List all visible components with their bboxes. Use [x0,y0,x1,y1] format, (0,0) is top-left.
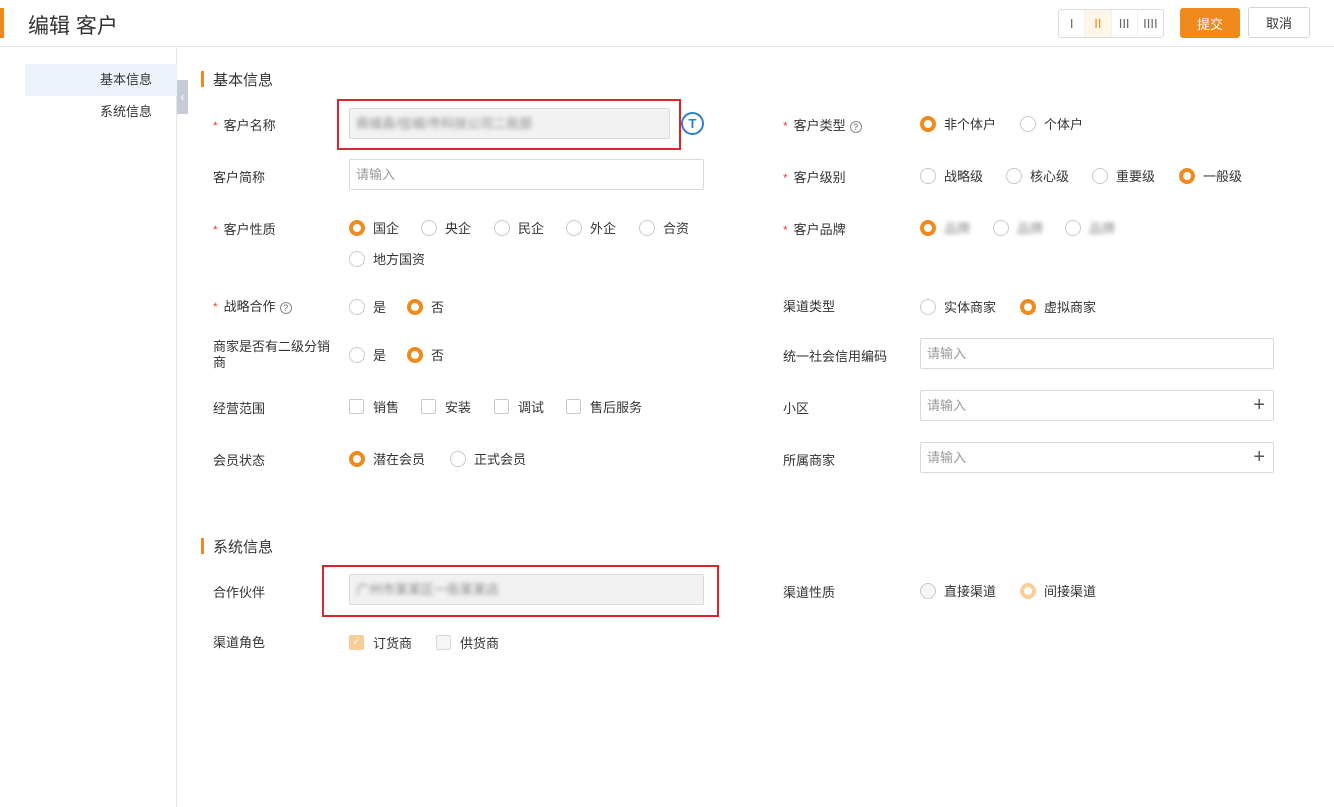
customer-name-label: * 客户名称 [213,118,276,133]
radio-brand-3[interactable]: 品牌 [1065,218,1115,237]
radio-brand-1[interactable]: 品牌 [920,218,970,237]
member-status-label: 会员状态 [213,453,266,468]
radio-member-potential[interactable]: 潜在会员 [349,449,425,468]
customer-level-label: * 客户级别 [783,170,846,185]
submit-button[interactable]: 提交 [1180,8,1240,38]
layout-1-column-button[interactable]: I [1059,10,1086,37]
layout-2-column-button[interactable]: II [1085,10,1112,37]
radio-strategic-yes[interactable]: 是 [349,297,386,316]
customer-abbr-input[interactable]: 请输入 [349,159,704,190]
community-label: 小区 [783,401,810,416]
sidebar: 基本信息 系统信息 [0,48,177,807]
layout-4-column-button[interactable]: IIII [1138,10,1163,37]
radio-level-core[interactable]: 核心级 [1006,166,1069,185]
ocr-text-icon[interactable]: T [681,112,704,135]
page-title: 编辑 客户 [28,15,118,38]
radio-individual[interactable]: 个体户 [1020,114,1083,133]
column-layout-switch: I II III IIII [1058,9,1164,38]
radio-nature-private[interactable]: 民企 [494,218,544,237]
layout-3-column-button[interactable]: III [1112,10,1138,37]
partner-label: 合作伙伴 [213,585,266,600]
community-input[interactable]: 请输入 + [920,390,1274,421]
customer-nature-label: * 客户性质 [213,222,276,237]
channel-type-label: 渠道类型 [783,299,836,314]
credit-code-label: 统一社会信用编码 [783,349,888,364]
checkbox-sales[interactable]: 销售 [349,397,399,416]
merchant-input[interactable]: 请输入 + [920,442,1274,473]
radio-nature-state[interactable]: 国企 [349,218,399,237]
section-accent-bar [201,71,204,87]
business-scope-label: 经营范围 [213,401,266,416]
merchant-label: 所属商家 [783,453,836,468]
section-accent-bar [201,538,204,554]
section-title-basic: 基本信息 [213,72,274,89]
section-title-system: 系统信息 [213,539,274,556]
plus-icon[interactable]: + [1253,391,1265,420]
title-accent-bar [0,8,4,38]
checkbox-supplier[interactable]: 供货商 [436,633,499,652]
checkbox-install[interactable]: 安装 [421,397,471,416]
radio-channel-indirect[interactable]: 间接渠道 [1020,581,1096,600]
customer-abbr-label: 客户简称 [213,170,266,185]
credit-code-input[interactable]: 请输入 [920,338,1274,369]
radio-level-strategic[interactable]: 战略级 [920,166,983,185]
customer-name-field[interactable]: 商城县/信城/市科技公司二批部 [349,108,670,139]
sidebar-item-system-info[interactable]: 系统信息 [25,96,177,128]
cancel-button[interactable]: 取消 [1248,7,1310,38]
channel-nature-label: 渠道性质 [783,585,836,600]
radio-channel-physical[interactable]: 实体商家 [920,297,996,316]
secondary-dist-label: 商家是否有二级分销商 [213,339,331,370]
radio-level-important[interactable]: 重要级 [1092,166,1155,185]
chevron-left-icon[interactable]: ‹ [177,80,188,114]
checkbox-orderer[interactable]: ✓ 订货商 [349,633,412,652]
radio-nature-foreign[interactable]: 外企 [566,218,616,237]
radio-non-individual[interactable]: 非个体户 [920,114,996,133]
radio-channel-direct[interactable]: 直接渠道 [920,581,996,600]
channel-role-label: 渠道角色 [213,635,266,650]
check-icon: ✓ [349,635,364,650]
radio-brand-2[interactable]: 品牌 [993,218,1043,237]
radio-secondary-no[interactable]: 否 [407,345,444,364]
required-asterisk: * [213,119,218,133]
sidebar-item-basic-info[interactable]: 基本信息 [25,64,177,96]
checkbox-debug[interactable]: 调试 [494,397,544,416]
radio-member-formal[interactable]: 正式会员 [450,449,526,468]
radio-nature-local-state[interactable]: 地方国资 [349,249,425,268]
help-icon[interactable]: ? [849,121,862,133]
plus-icon[interactable]: + [1253,443,1265,472]
radio-secondary-yes[interactable]: 是 [349,345,386,364]
radio-level-general[interactable]: 一般级 [1179,166,1242,185]
help-icon[interactable]: ? [279,302,292,314]
customer-type-label: * 客户类型? [783,115,862,134]
radio-nature-central[interactable]: 央企 [421,218,471,237]
checkbox-after-sales[interactable]: 售后服务 [566,397,642,416]
page-header: 编辑 客户 I II III IIII 提交 取消 [0,0,1334,47]
customer-brand-label: * 客户品牌 [783,222,846,237]
radio-channel-virtual[interactable]: 虚拟商家 [1020,297,1096,316]
partner-field[interactable]: 广州市某某区一街某某店 [349,574,704,605]
strategic-label: * 战略合作? [213,296,292,315]
radio-strategic-no[interactable]: 否 [407,297,444,316]
radio-nature-joint[interactable]: 合资 [639,218,689,237]
